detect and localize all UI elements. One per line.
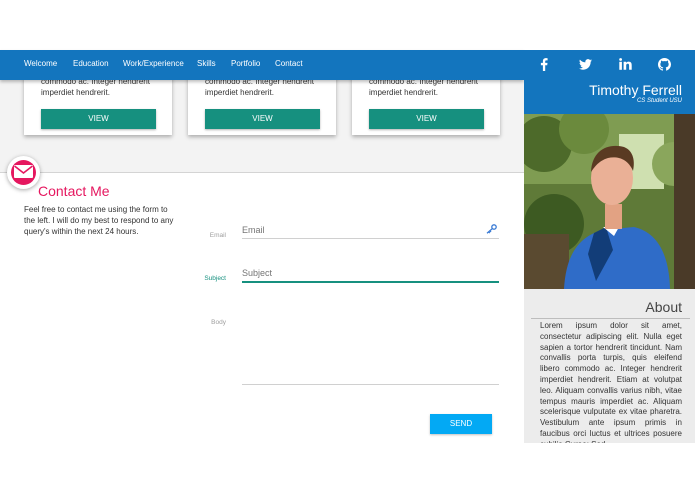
- nav-education[interactable]: Education: [73, 59, 109, 68]
- subject-label: Subject: [204, 275, 226, 282]
- envelope-icon-glyph: [14, 165, 33, 178]
- nav-welcome[interactable]: Welcome: [24, 59, 57, 68]
- send-button[interactable]: SEND: [430, 414, 492, 434]
- body-label: Body: [211, 319, 226, 326]
- subject-underline: [242, 281, 499, 283]
- profile-sidebar: Timothy Ferrell CS Student USU About Lor…: [524, 50, 695, 443]
- profile-header: Timothy Ferrell CS Student USU: [524, 50, 695, 114]
- contact-title: Contact Me: [38, 183, 110, 199]
- nav-contact[interactable]: Contact: [275, 59, 303, 68]
- top-nav: Welcome Education Work/Experience Skills…: [0, 50, 524, 80]
- linkedin-icon[interactable]: [617, 56, 633, 72]
- about-title: About: [645, 299, 682, 315]
- twitter-icon[interactable]: [577, 56, 593, 72]
- about-divider: [531, 318, 690, 319]
- contact-badge: [7, 156, 40, 189]
- view-button[interactable]: VIEW: [41, 109, 156, 129]
- nav-portfolio[interactable]: Portfolio: [231, 59, 260, 68]
- email-label: Email: [209, 232, 226, 239]
- contact-description: Feel free to contact me using the form t…: [24, 205, 174, 236]
- about-text: Lorem ipsum dolor sit amet, consectetur …: [540, 321, 682, 443]
- email-input[interactable]: [242, 223, 499, 236]
- view-button[interactable]: VIEW: [205, 109, 320, 129]
- key-icon[interactable]: [486, 224, 497, 234]
- email-underline: [242, 238, 499, 239]
- section-divider: [0, 172, 524, 173]
- body-underline: [242, 384, 499, 385]
- nav-skills[interactable]: Skills: [197, 59, 216, 68]
- body-textarea[interactable]: [242, 310, 499, 382]
- subject-input[interactable]: [242, 266, 499, 279]
- facebook-icon[interactable]: [536, 56, 552, 72]
- profile-name: Timothy Ferrell: [589, 82, 682, 98]
- profile-subtitle: CS Student USU: [636, 98, 682, 104]
- profile-photo: [524, 114, 695, 289]
- view-button[interactable]: VIEW: [369, 109, 484, 129]
- nav-work-experience[interactable]: Work/Experience: [123, 59, 184, 68]
- github-icon[interactable]: [656, 56, 672, 72]
